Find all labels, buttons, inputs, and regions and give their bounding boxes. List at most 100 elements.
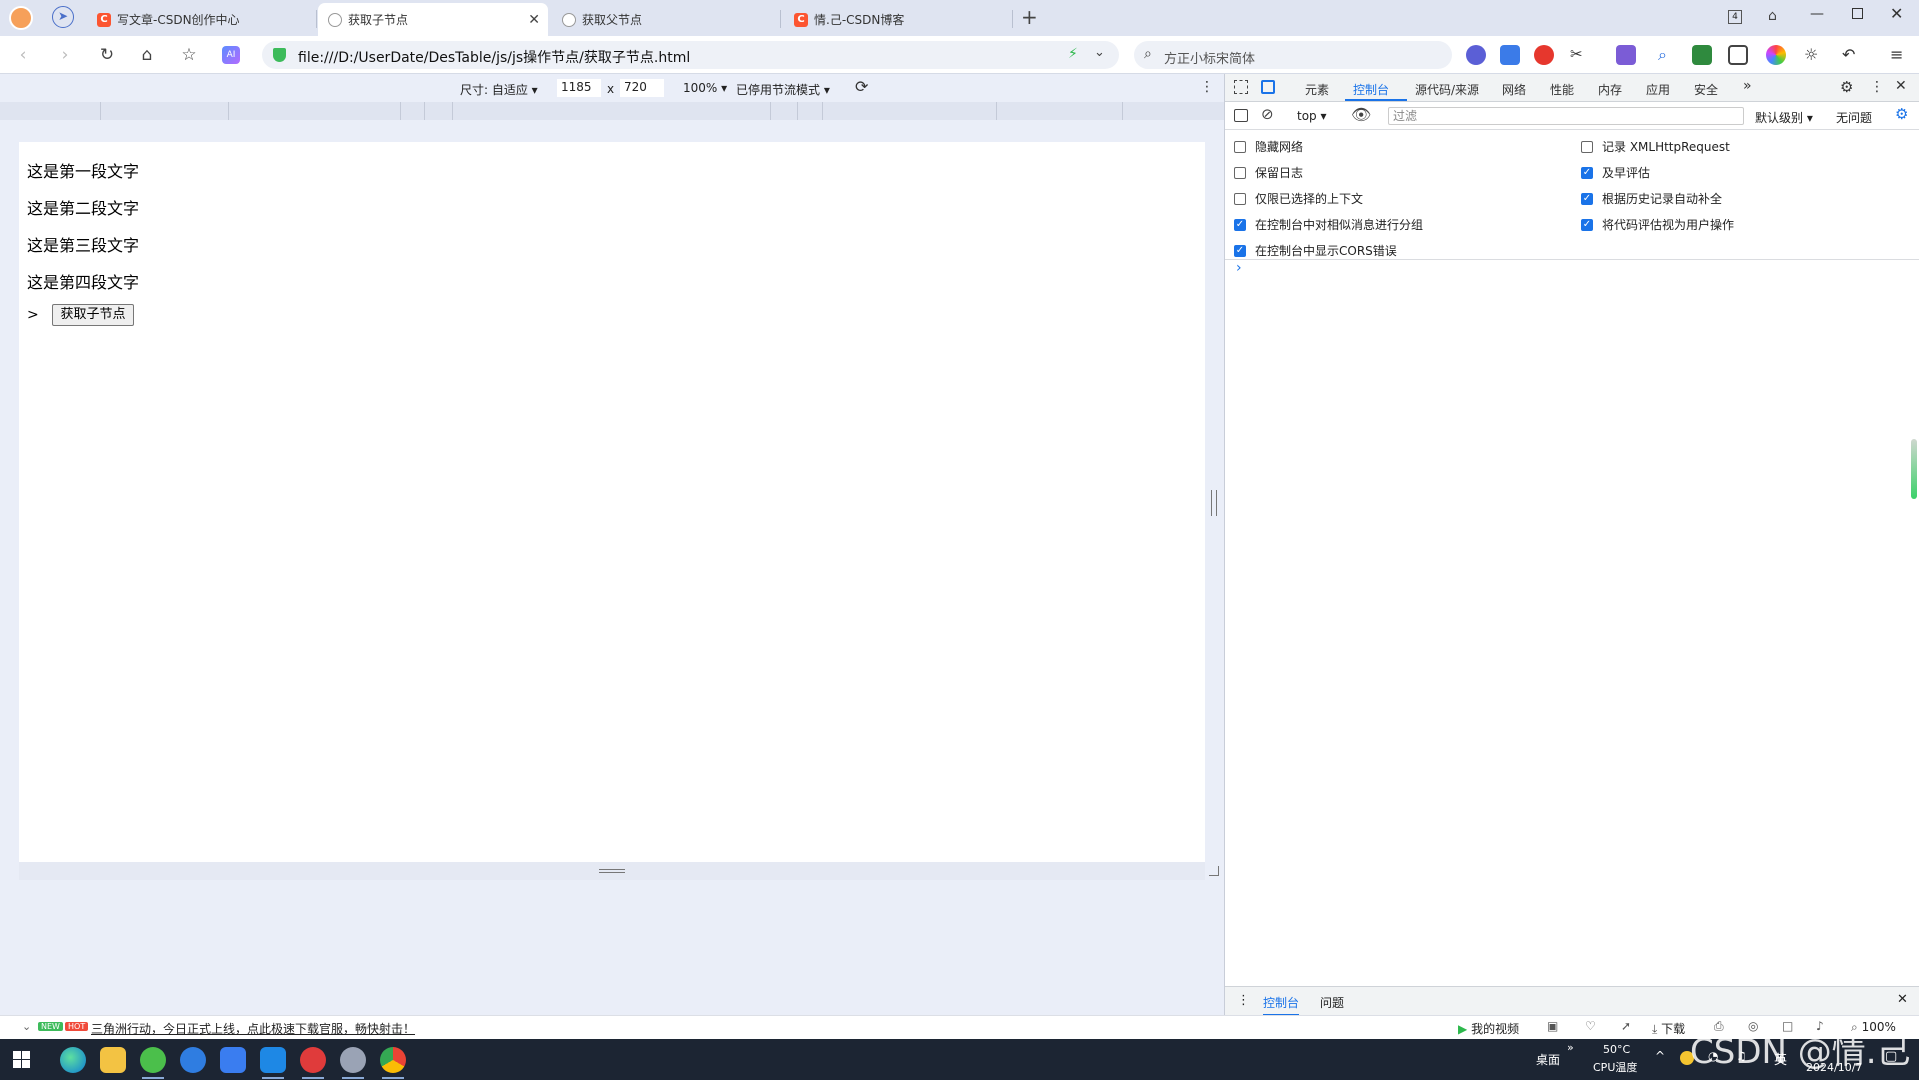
rocket-icon[interactable]: ➚	[1621, 1019, 1631, 1033]
desktop-toolbar-label[interactable]: 桌面	[1536, 1051, 1560, 1068]
log-level-dropdown[interactable]: 默认级别 ▾	[1755, 109, 1813, 126]
height-input[interactable]: 720	[620, 79, 664, 97]
windows-start-icon[interactable]	[13, 1051, 30, 1068]
minimize-button[interactable]: —	[1810, 6, 1824, 22]
colorful-extension-icon[interactable]	[1766, 45, 1786, 65]
devtools-close-icon[interactable]: ✕	[1895, 78, 1907, 94]
get-child-nodes-button[interactable]: 获取子节点	[52, 304, 134, 326]
tab-get-parent-nodes[interactable]: 获取父节点	[552, 3, 778, 36]
context-selector[interactable]: top ▾	[1297, 109, 1327, 123]
devtools-tab-memory[interactable]: 内存	[1598, 81, 1622, 98]
option-preserve-log[interactable]: 保留日志	[1234, 164, 1303, 181]
drawer-close-icon[interactable]: ✕	[1897, 992, 1908, 1007]
undo-icon[interactable]: ↶	[1842, 45, 1862, 65]
url-text[interactable]: file:///D:/UserDate/DesTable/js/js操作节点/获…	[298, 47, 690, 67]
devtools-more-icon[interactable]: ⋮	[1870, 79, 1884, 95]
browser-360-icon[interactable]	[140, 1047, 166, 1073]
expand-chevron-icon[interactable]: ⌄	[22, 1020, 31, 1033]
devtools-tab-console[interactable]: 控制台	[1353, 81, 1389, 98]
devtools-tab-security[interactable]: 安全	[1694, 81, 1718, 98]
address-bar[interactable]: file:///D:/UserDate/DesTable/js/js操作节点/获…	[262, 41, 1119, 69]
devtools-tab-network[interactable]: 网络	[1502, 81, 1526, 98]
option-show-cors-errors[interactable]: ✓ 在控制台中显示CORS错误	[1234, 242, 1397, 259]
checkbox[interactable]	[1581, 140, 1593, 153]
checkbox[interactable]: ✓	[1234, 218, 1246, 231]
dimensions-dropdown[interactable]: 尺寸: 自适应 ▾	[460, 81, 538, 98]
console-prompt[interactable]: ›	[1236, 260, 1242, 276]
clear-console-icon[interactable]: ⊘	[1261, 105, 1274, 123]
new-tab-button[interactable]: +	[1021, 5, 1038, 29]
close-tab-icon[interactable]: ✕	[528, 12, 540, 28]
word-icon[interactable]	[1692, 45, 1712, 65]
ie-browser-icon[interactable]	[180, 1047, 206, 1073]
console-filter-input[interactable]: 过滤	[1388, 107, 1744, 125]
translate-icon[interactable]	[1616, 45, 1636, 65]
devtools-tab-performance[interactable]: 性能	[1550, 81, 1574, 98]
favorite-star-button[interactable]: ☆	[178, 44, 200, 66]
menu-icon[interactable]: ≡	[1890, 45, 1910, 65]
viewport-side-resize-handle[interactable]	[1211, 490, 1217, 516]
option-selected-context-only[interactable]: 仅限已选择的上下文	[1234, 190, 1363, 207]
devtools-tab-sources[interactable]: 源代码/来源	[1415, 81, 1479, 98]
option-eager-evaluation[interactable]: ✓ 及早评估	[1581, 164, 1650, 181]
forward-button[interactable]: ›	[54, 44, 76, 66]
option-user-activation[interactable]: ✓ 将代码评估视为用户操作	[1581, 216, 1734, 233]
inspect-element-icon[interactable]	[1234, 80, 1248, 94]
apps-grid-icon[interactable]	[1728, 45, 1748, 65]
search-box[interactable]: ⌕ 方正小标宋简体	[1134, 41, 1452, 69]
close-window-button[interactable]: ✕	[1890, 4, 1903, 23]
edge-browser-icon[interactable]	[60, 1047, 86, 1073]
more-tabs-icon[interactable]: »	[1743, 78, 1752, 94]
brightness-icon[interactable]: ☼	[1804, 45, 1824, 65]
feishu-icon[interactable]	[220, 1047, 246, 1073]
mail-icon[interactable]	[1500, 45, 1520, 65]
viewport-bottom-resize-handle[interactable]	[19, 862, 1219, 880]
ai-assistant-icon[interactable]: AI	[222, 46, 240, 64]
corner-resize-icon[interactable]	[1209, 866, 1219, 876]
skin-icon[interactable]: ⌂	[1768, 8, 1777, 24]
extension-eye-icon[interactable]	[1466, 45, 1486, 65]
restore-button[interactable]	[1852, 8, 1863, 19]
option-autocomplete-history[interactable]: ✓ 根据历史记录自动补全	[1581, 190, 1722, 207]
checkbox[interactable]: ✓	[1581, 218, 1593, 231]
home-button[interactable]: ⌂	[136, 44, 158, 66]
checkbox[interactable]: ✓	[1234, 244, 1246, 257]
drawer-tab-console[interactable]: 控制台	[1263, 994, 1300, 1016]
option-group-similar[interactable]: ✓ 在控制台中对相似消息进行分组	[1234, 216, 1423, 233]
search-tool-icon[interactable]: ⌕	[1658, 45, 1678, 65]
width-input[interactable]: 1185	[557, 79, 601, 97]
reload-button[interactable]: ↻	[96, 44, 118, 66]
checkbox[interactable]	[1234, 140, 1246, 153]
tab-count-button[interactable]: 4	[1728, 10, 1742, 24]
device-toggle-icon[interactable]	[1261, 80, 1275, 94]
toolbar-expand-icon[interactable]: »	[1567, 1041, 1574, 1054]
lightning-icon[interactable]: ⚡	[1068, 46, 1078, 62]
chrome-icon[interactable]	[380, 1047, 406, 1073]
checkbox[interactable]	[1234, 166, 1246, 179]
news-ticker-link[interactable]: 三角洲行动，今日正式上线，点此极速下载官服，畅快射击！	[91, 1020, 415, 1037]
devtools-tab-elements[interactable]: 元素	[1305, 81, 1329, 98]
console-settings-icon[interactable]: ⚙	[1895, 105, 1908, 123]
sidebar-toggle-icon[interactable]	[1234, 109, 1248, 122]
profile-avatar-icon[interactable]	[9, 6, 33, 30]
netease-music-icon[interactable]	[300, 1047, 326, 1073]
tray-expand-icon[interactable]: ^	[1655, 1049, 1665, 1063]
settings-gear-icon[interactable]: ⚙	[1840, 78, 1853, 96]
media-query-ruler[interactable]	[0, 102, 1224, 120]
rotate-icon[interactable]: ⟳	[855, 77, 868, 96]
option-log-xmlhttprequest[interactable]: 记录 XMLHttpRequest	[1581, 138, 1730, 155]
checkbox[interactable]: ✓	[1581, 166, 1593, 179]
tab-get-child-nodes[interactable]: 获取子节点 ✕	[318, 3, 548, 36]
scissors-icon[interactable]: ✂	[1570, 45, 1590, 65]
console-input-area[interactable]	[1249, 264, 1909, 280]
tab-write-article[interactable]: C 写文章-CSDN创作中心	[87, 3, 315, 36]
live-expression-eye-icon[interactable]: 👁	[1351, 105, 1371, 124]
my-video-button[interactable]: ▶ 我的视频	[1458, 1020, 1519, 1037]
checkbox[interactable]: ✓	[1581, 192, 1593, 205]
devtools-tab-application[interactable]: 应用	[1646, 81, 1670, 98]
search-placeholder[interactable]: 方正小标宋简体	[1164, 48, 1255, 67]
file-explorer-icon[interactable]	[100, 1047, 126, 1073]
more-options-icon[interactable]: ⋮	[1200, 79, 1214, 95]
throttle-dropdown[interactable]: 已停用节流模式 ▾	[736, 81, 830, 98]
chevron-down-icon[interactable]: ⌄	[1094, 45, 1105, 60]
